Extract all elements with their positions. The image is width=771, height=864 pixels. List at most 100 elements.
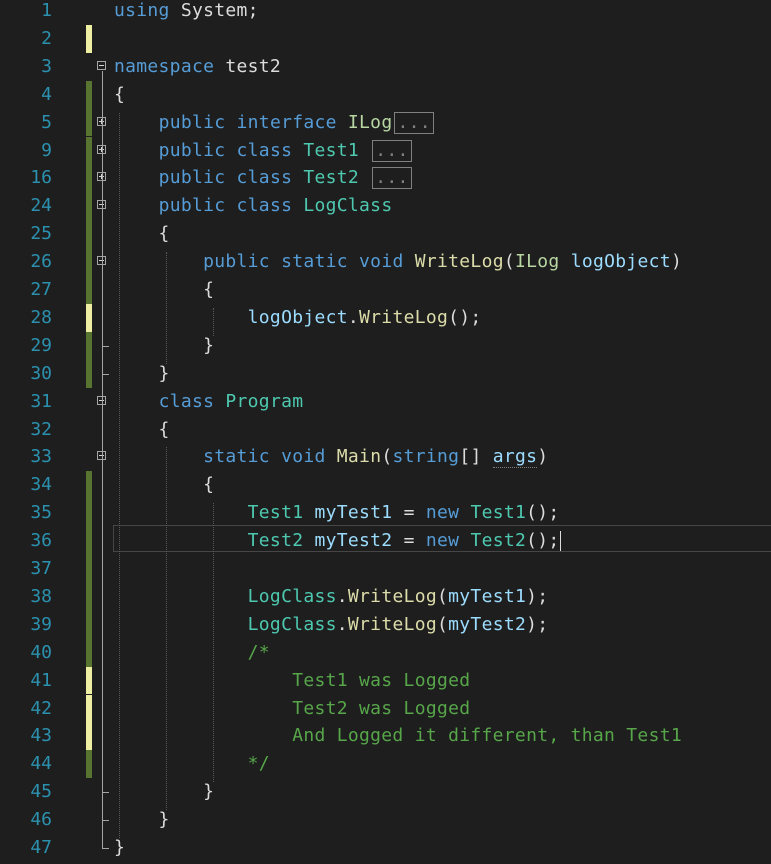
collapsed-region-badge[interactable]: ... (372, 167, 412, 190)
code-text: logObject.WriteLog(); (114, 304, 482, 332)
code-line[interactable]: 32 { (0, 416, 771, 444)
code-line[interactable]: 36 Test2 myTest2 = new Test2(); (0, 527, 771, 555)
code-line[interactable]: 34 { (0, 471, 771, 500)
code-line[interactable]: 16 public class Test2 ... (0, 164, 771, 193)
code-line[interactable]: 28 logObject.WriteLog(); (0, 303, 771, 332)
code-token: { (114, 418, 170, 440)
code-token: LogClass (303, 195, 393, 217)
code-token: */ (114, 753, 270, 775)
code-text: public class Test2 ... (114, 164, 412, 192)
code-token: Test1 (303, 139, 360, 161)
line-number: 30 (30, 362, 52, 384)
code-token: ); (526, 613, 549, 635)
code-line[interactable]: 1 using System; (0, 0, 771, 25)
indent-guide (166, 447, 167, 811)
code-token: (); (448, 306, 482, 328)
fold-outline-namespace-end (102, 848, 109, 849)
code-line[interactable]: 39 LogClass.WriteLog(myTest2); (0, 610, 771, 639)
code-line[interactable]: 46 } (0, 806, 771, 834)
code-text: public static void WriteLog(ILog logObje… (114, 248, 682, 276)
code-token: WriteLog (359, 306, 449, 328)
code-token: { (114, 83, 126, 105)
collapsed-region-badge[interactable]: ... (394, 111, 434, 134)
collapsed-region-badge[interactable]: ... (372, 139, 412, 162)
change-marker (86, 24, 92, 53)
code-line[interactable]: 42 Test2 was Logged (0, 694, 771, 723)
code-line[interactable]: 2 (0, 24, 771, 53)
code-token: using (114, 0, 170, 21)
code-line[interactable]: 9 public class Test1 ... (0, 136, 771, 165)
code-token: void (281, 446, 326, 468)
code-token: Test1 was Logged (114, 669, 471, 691)
code-line[interactable]: 24 public class LogClass (0, 192, 771, 221)
line-number: 43 (30, 725, 52, 747)
code-line[interactable]: 29 } (0, 331, 771, 360)
code-line[interactable]: 40 /* (0, 638, 771, 667)
code-line[interactable]: 4{ (0, 80, 771, 109)
line-number: 27 (30, 279, 52, 300)
change-marker (86, 136, 92, 165)
code-text: And Logged it different, than Test1 (114, 722, 682, 750)
code-token: ILog (515, 251, 560, 273)
text-caret (559, 531, 561, 552)
code-text: static void Main(string[] args) (114, 443, 548, 471)
code-line[interactable]: 30 } (0, 359, 771, 388)
code-token: /* (247, 641, 270, 663)
fold-outline-logclass-end (102, 373, 109, 375)
code-line[interactable]: 27 { (0, 276, 771, 304)
code-token: ) (537, 446, 549, 468)
code-line[interactable]: 3 namespace test2 (0, 53, 771, 81)
code-token: Test2 (247, 530, 304, 552)
code-token: { (114, 474, 215, 496)
code-token: Test2 (470, 530, 527, 552)
line-number: 4 (41, 83, 52, 105)
code-token: . (336, 585, 348, 607)
change-marker (86, 666, 92, 695)
code-line[interactable]: 41 Test1 was Logged (0, 666, 771, 695)
change-marker (86, 638, 92, 667)
code-token: ILog (347, 111, 393, 133)
code-line[interactable]: 37 (0, 555, 771, 583)
code-line[interactable]: 38 LogClass.WriteLog(myTest1); (0, 582, 771, 611)
code-line[interactable]: 43 And Logged it different, than Test1 (0, 722, 771, 751)
code-token: [] (459, 446, 493, 468)
change-marker (86, 471, 92, 500)
code-token: } (114, 809, 170, 831)
code-token: LogClass (247, 585, 337, 607)
change-marker (86, 499, 92, 528)
change-marker (86, 303, 92, 332)
code-token: . (347, 306, 360, 328)
code-token: class (236, 167, 293, 189)
code-line[interactable]: 25 { (0, 220, 771, 249)
code-line[interactable]: 26 public static void WriteLog(ILog logO… (0, 248, 771, 276)
code-token: namespace (114, 55, 215, 77)
collapse-icon[interactable] (97, 60, 106, 70)
indent-guide (213, 503, 214, 783)
code-editor[interactable]: 1 using System; 2 3 namespace test2 4{5 publi… (0, 0, 771, 864)
code-token: void (359, 251, 404, 273)
code-token: class (236, 139, 293, 161)
code-line[interactable]: 33 static void Main(string[] args) (0, 443, 771, 471)
code-token: . (336, 613, 348, 635)
code-line[interactable]: 47} (0, 834, 771, 862)
code-line[interactable]: 31 class Program (0, 388, 771, 416)
code-text: Test1 myTest1 = new Test1(); (114, 499, 560, 527)
code-token: myTest1 (314, 502, 393, 524)
line-number: 5 (41, 111, 52, 133)
change-marker (86, 582, 92, 611)
change-marker (86, 108, 92, 137)
code-line[interactable]: 35 Test1 myTest1 = new Test1(); (0, 499, 771, 528)
code-text: Test2 was Logged (114, 695, 470, 723)
fold-outline-writelog (102, 266, 103, 346)
code-line[interactable]: 5 public interface ILog... (0, 108, 771, 137)
code-line[interactable]: 45 } (0, 778, 771, 806)
code-line[interactable]: 44 */ (0, 750, 771, 779)
line-number: 16 (30, 167, 52, 189)
